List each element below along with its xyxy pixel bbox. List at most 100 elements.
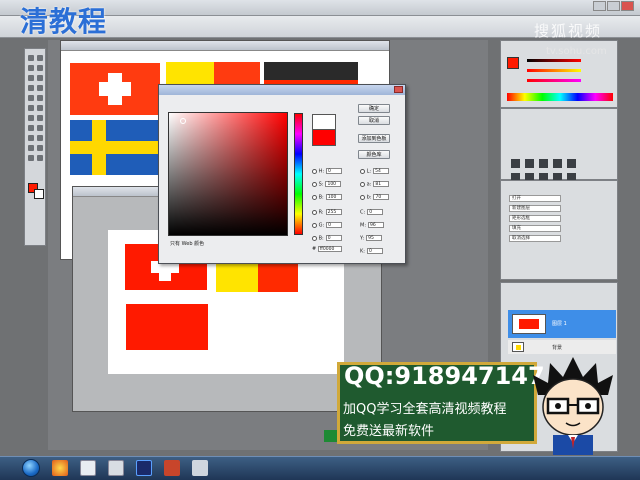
levels-icon[interactable] (525, 159, 534, 168)
hue-input[interactable]: 0 (326, 168, 343, 174)
lasso-tool-icon[interactable] (28, 65, 34, 71)
blue-slider[interactable] (527, 79, 581, 82)
layer-row[interactable]: 背景 (508, 340, 616, 354)
layer-row-selected[interactable]: 图层 1 (508, 310, 616, 338)
folder-icon[interactable] (108, 460, 124, 476)
gradient-tool-icon[interactable] (37, 105, 43, 111)
lab-a-input[interactable]: 81 (373, 181, 390, 187)
panel-foreground-swatch[interactable] (507, 57, 519, 69)
path-select-icon[interactable] (28, 135, 34, 141)
brightness-input[interactable]: 100 (325, 194, 342, 200)
yellow-input[interactable]: 95 (366, 235, 383, 241)
close-button[interactable] (621, 1, 634, 11)
magic-wand-icon[interactable] (37, 65, 43, 71)
background-color-swatch[interactable] (34, 189, 44, 199)
saturation-radio[interactable] (312, 181, 317, 187)
field-red: R: 255 (312, 209, 342, 216)
green-slider[interactable] (527, 69, 581, 72)
media-player-icon[interactable] (52, 460, 68, 476)
explorer-icon[interactable] (80, 460, 96, 476)
hue-radio[interactable] (312, 168, 317, 174)
history-item[interactable]: 填充 (509, 225, 561, 232)
brush-tool-icon[interactable] (37, 85, 43, 91)
current-color-swatch[interactable] (312, 130, 336, 146)
field-lab-l: L: 54 (360, 168, 390, 175)
saturation-input[interactable]: 100 (325, 181, 342, 187)
color-ramp[interactable] (507, 93, 613, 101)
brightness-icon[interactable] (511, 159, 520, 168)
promo-qq-number: QQ:918947147 (344, 362, 545, 390)
color-cursor-icon[interactable] (180, 118, 186, 124)
photoshop-taskbar-icon[interactable] (136, 460, 152, 476)
vibrance-icon[interactable] (567, 159, 576, 168)
minimize-button[interactable] (593, 1, 606, 11)
field-saturation: S: 100 (312, 181, 342, 188)
red-radio[interactable] (312, 209, 317, 215)
eyedropper-icon[interactable] (28, 155, 34, 161)
field-cyan: C: 0 (360, 209, 384, 216)
hex-field: # ff0000 (312, 246, 342, 252)
add-to-swatches-button[interactable]: 添加到色板 (358, 134, 390, 143)
dodge-tool-icon[interactable] (37, 115, 43, 121)
type-tool-icon[interactable] (37, 125, 43, 131)
red-input[interactable]: 255 (325, 209, 342, 215)
black-input[interactable]: 0 (366, 248, 383, 254)
healing-brush-icon[interactable] (28, 85, 34, 91)
eraser-tool-icon[interactable] (28, 105, 34, 111)
hue-slider[interactable] (294, 113, 303, 235)
cancel-button[interactable]: 取消 (358, 116, 390, 125)
site-watermark: 搜狐视频 (534, 22, 603, 40)
hex-input[interactable]: ff0000 (317, 246, 342, 252)
brightness-radio[interactable] (312, 194, 317, 200)
lab-a-radio[interactable] (360, 181, 365, 187)
watermark-logo: 清教程 (20, 5, 108, 38)
history-item[interactable]: 取消选择 (509, 235, 561, 242)
document-titlebar[interactable] (61, 41, 389, 51)
lab-l-input[interactable]: 54 (373, 168, 390, 174)
ok-button[interactable]: 确定 (358, 104, 390, 113)
only-web-colors-checkbox[interactable]: 只有 Web 颜色 (170, 240, 204, 247)
zoom-tool-icon[interactable] (37, 145, 43, 151)
crop-tool-icon[interactable] (28, 75, 34, 81)
notes-tool-icon[interactable] (37, 155, 43, 161)
exposure-icon[interactable] (553, 159, 562, 168)
maximize-button[interactable] (607, 1, 620, 11)
app-icon[interactable] (164, 460, 180, 476)
saturation-brightness-field[interactable] (168, 112, 288, 236)
move-tool-icon[interactable] (28, 55, 34, 61)
green-radio[interactable] (312, 222, 317, 228)
sweden-flag-graphic (70, 120, 160, 175)
close-icon[interactable] (394, 86, 403, 93)
red-slider[interactable] (527, 59, 581, 62)
blue-radio[interactable] (312, 235, 317, 241)
shape-tool-icon[interactable] (37, 135, 43, 141)
blur-tool-icon[interactable] (28, 115, 34, 121)
window-controls (592, 1, 636, 13)
blue-input[interactable]: 0 (325, 235, 342, 241)
marquee-tool-icon[interactable] (37, 55, 43, 61)
magenta-input[interactable]: 96 (368, 222, 384, 228)
cyan-input[interactable]: 0 (367, 209, 384, 215)
lab-l-radio[interactable] (360, 168, 365, 174)
lab-b-input[interactable]: 70 (373, 194, 390, 200)
app-icon[interactable] (192, 460, 208, 476)
field-lab-a: a: 81 (360, 181, 390, 188)
adjustments-panel (500, 108, 618, 182)
stamp-tool-icon[interactable] (28, 95, 34, 101)
history-item[interactable]: 打开 (509, 195, 561, 202)
history-brush-icon[interactable] (37, 95, 43, 101)
history-item[interactable]: 矩形选框 (509, 215, 561, 222)
pen-tool-icon[interactable] (28, 125, 34, 131)
dialog-titlebar[interactable] (159, 85, 405, 95)
green-input[interactable]: 0 (326, 222, 343, 228)
curves-icon[interactable] (539, 159, 548, 168)
history-item[interactable]: 新建图层 (509, 205, 561, 212)
field-black: K: 0 (360, 248, 383, 255)
field-blue: B: 0 (312, 235, 342, 242)
color-libraries-button[interactable]: 颜色库 (358, 150, 390, 159)
promo-line-1: 加QQ学习全套高清视频教程 (343, 402, 507, 417)
start-button-icon[interactable] (22, 459, 40, 477)
hand-tool-icon[interactable] (28, 145, 34, 151)
slice-tool-icon[interactable] (37, 75, 43, 81)
lab-b-radio[interactable] (360, 194, 365, 200)
